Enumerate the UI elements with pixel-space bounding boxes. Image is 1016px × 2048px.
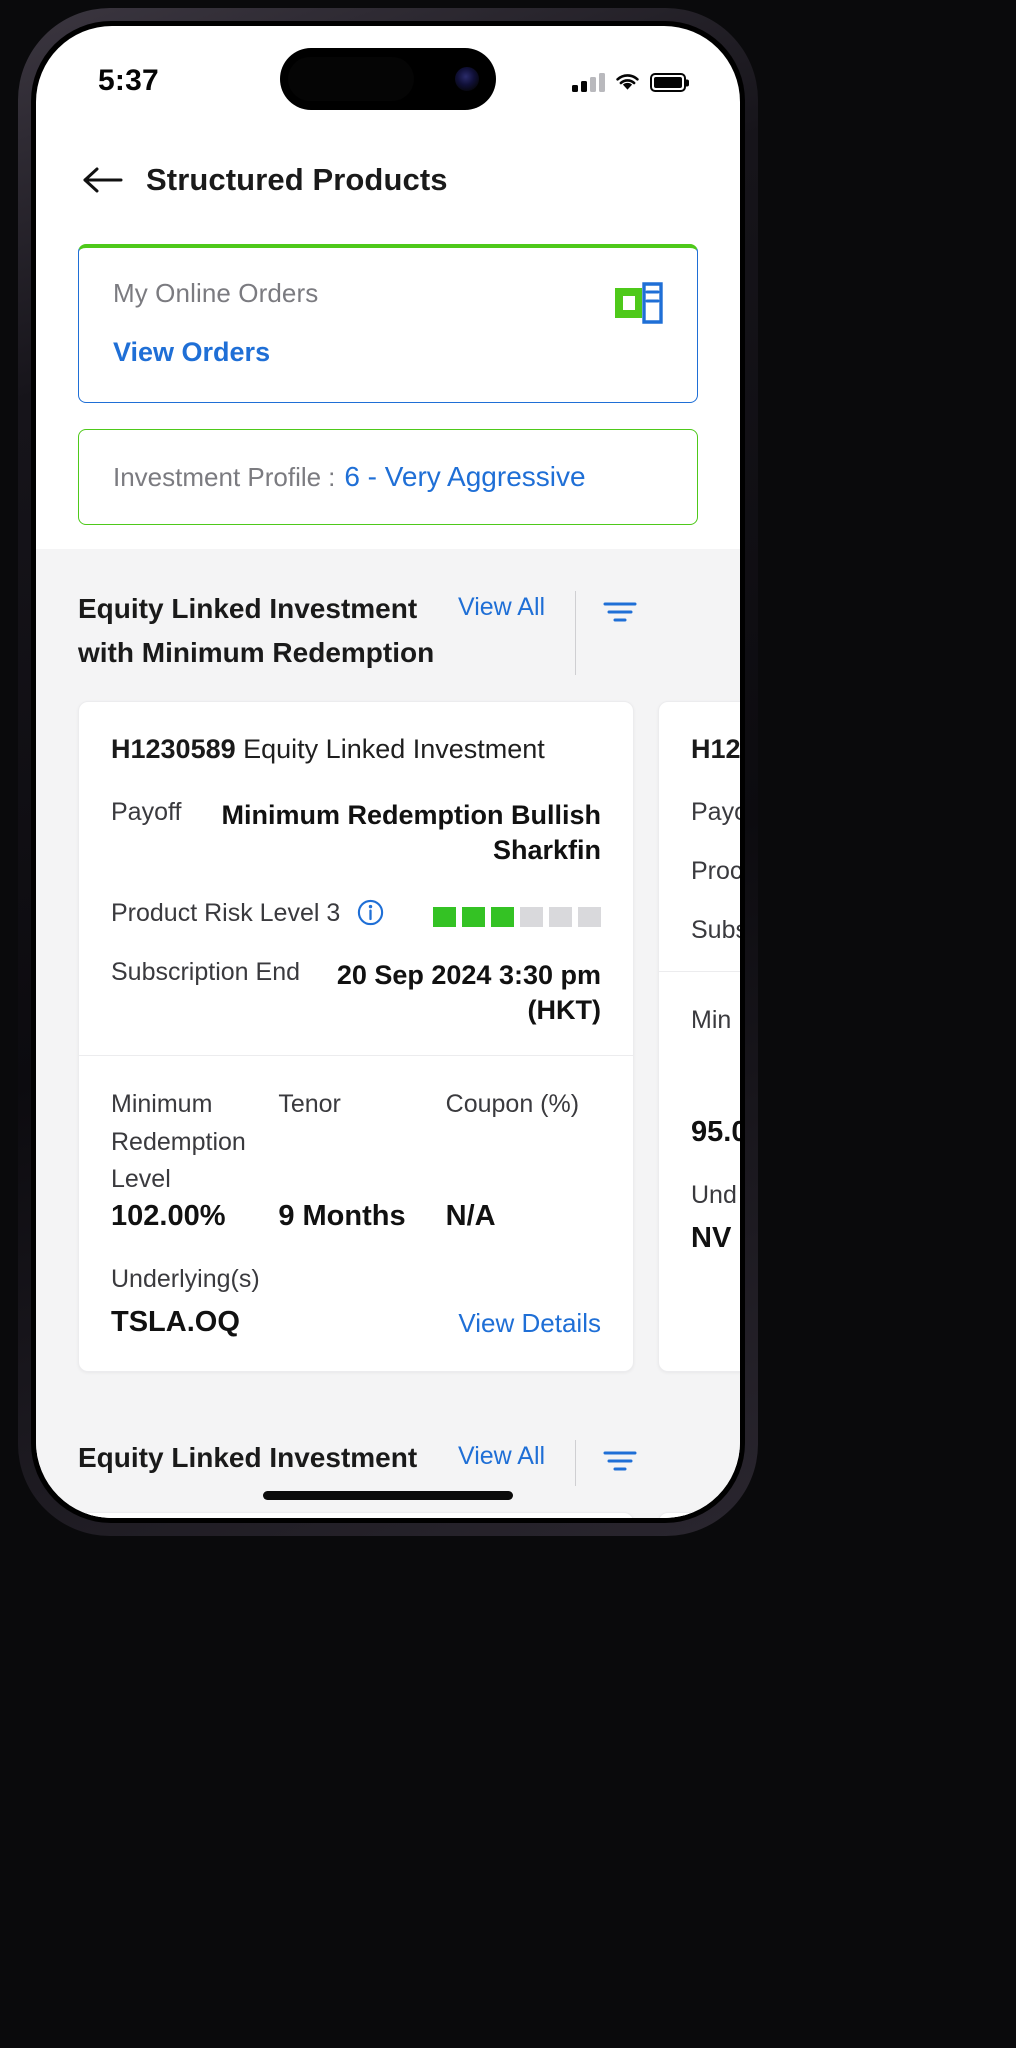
- investment-profile-value[interactable]: 6 - Very Aggressive: [344, 461, 585, 493]
- underlying-value: NV: [691, 1221, 732, 1254]
- investment-profile-label: Investment Profile: [113, 461, 322, 492]
- underlying-block: Und NV: [659, 1153, 740, 1287]
- risk-level-row: Product Risk Level 3: [111, 899, 601, 928]
- risk-level-row: Proc: [691, 857, 740, 886]
- stat-minimum-redemption-level: Min Red Leve 95.0: [691, 1002, 740, 1149]
- stat-value: 95.0: [691, 1115, 740, 1148]
- product-card-heading: H12: [691, 732, 740, 767]
- product-stats: Min Red Leve 95.0: [659, 972, 740, 1153]
- investment-profile-separator: :: [328, 461, 336, 492]
- subscription-end-label: Subs: [691, 915, 740, 944]
- status-indicators: [572, 66, 686, 92]
- section-title: Equity Linked Investment: [78, 1442, 418, 1474]
- filter-icon[interactable]: [602, 1448, 638, 1474]
- section-title: Equity Linked Investment with Minimum Re…: [78, 593, 435, 669]
- view-all-link[interactable]: View All: [458, 1436, 545, 1471]
- wifi-icon: [614, 72, 641, 92]
- status-time: 5:37: [98, 64, 159, 97]
- cellular-signal-icon: [572, 73, 605, 92]
- app-container: 5:37 Structured Products My Online Order…: [36, 26, 740, 1518]
- stat-label: Tenor: [278, 1090, 341, 1119]
- screenshot-stage: 5:37 Structured Products My Online Order…: [0, 0, 1016, 2048]
- top-navigation-bar: Structured Products: [36, 130, 740, 244]
- app-body: Structured Products My Online Orders Vie…: [36, 130, 740, 1518]
- view-all-link[interactable]: View All: [458, 587, 545, 622]
- my-online-orders-card[interactable]: My Online Orders View Orders: [78, 244, 698, 403]
- stat-value: 9 Months: [278, 1200, 406, 1233]
- battery-icon: [650, 73, 686, 92]
- stat-value: N/A: [445, 1200, 496, 1233]
- divider: [575, 591, 577, 676]
- online-orders-icon: [615, 282, 663, 324]
- risk-level-label: Product Risk Level 3: [111, 899, 384, 928]
- subscription-end-row: Subs: [691, 916, 740, 945]
- product-card[interactable]: A12: [658, 1512, 740, 1518]
- product-card-heading: H1230589 Equity Linked Investment: [111, 732, 601, 767]
- payoff-label: Payo: [691, 797, 740, 826]
- risk-level-label: Proc: [691, 856, 740, 885]
- dynamic-island: [280, 48, 496, 110]
- product-type: Equity Linked Investment: [243, 734, 545, 765]
- product-card[interactable]: H12 Payo Proc: [658, 701, 740, 1373]
- payoff-label: Payoff: [111, 797, 182, 826]
- product-code: H12: [691, 734, 740, 765]
- view-orders-link[interactable]: View Orders: [113, 337, 663, 368]
- product-stats: Minimum Redemption Level 102.00% Tenor 9…: [79, 1056, 633, 1237]
- underlying-label: Underlying(s): [111, 1265, 260, 1294]
- product-card[interactable]: A1230770 Equity Linked Investment: [78, 1512, 634, 1518]
- subscription-end-value: 20 Sep 2024 3:30 pm (HKT): [336, 959, 601, 1026]
- header-cards-zone: My Online Orders View Orders Investment …: [36, 244, 740, 549]
- section-header-minimum-redemption: Equity Linked Investment with Minimum Re…: [36, 587, 740, 676]
- stat-label: Coupon (%): [445, 1090, 580, 1119]
- underlying-value: TSLA.OQ: [111, 1306, 240, 1339]
- view-details-link[interactable]: View Details: [458, 1308, 601, 1339]
- stat-label: Min Red Leve: [691, 1005, 740, 1034]
- product-code: H1230589: [111, 734, 236, 765]
- page-title: Structured Products: [146, 162, 448, 197]
- stat-label: Minimum Redemption Level: [111, 1090, 246, 1194]
- payoff-row: Payo: [691, 798, 740, 827]
- stat-minimum-redemption-level: Minimum Redemption Level 102.00%: [111, 1086, 266, 1233]
- my-online-orders-label: My Online Orders: [113, 278, 319, 308]
- underlying-block: Underlying(s) TSLA.OQ View Details: [79, 1237, 633, 1371]
- info-icon[interactable]: [357, 899, 384, 926]
- product-card-rail[interactable]: H1230589 Equity Linked Investment Payoff…: [36, 701, 740, 1373]
- product-card-rail[interactable]: A1230770 Equity Linked Investment A12: [36, 1512, 740, 1518]
- phone-bezel: 5:37 Structured Products My Online Order…: [31, 21, 745, 1523]
- home-indicator[interactable]: [263, 1491, 513, 1500]
- subscription-end-label: Subscription End: [111, 957, 301, 986]
- payoff-value: Minimum Redemption Bullish Sharkfin: [221, 799, 601, 866]
- underlying-label: Und: [691, 1180, 737, 1209]
- risk-level-indicator: [433, 899, 601, 927]
- phone-frame: 5:37 Structured Products My Online Order…: [18, 8, 758, 1536]
- stat-coupon: Coupon (%) N/A: [446, 1086, 601, 1233]
- subscription-end-row: Subscription End 20 Sep 2024 3:30 pm (HK…: [111, 958, 601, 1029]
- section-header-equity-linked-investment: Equity Linked Investment View All: [36, 1436, 740, 1487]
- stat-value: 102.00%: [111, 1200, 226, 1233]
- back-arrow-icon[interactable]: [82, 166, 124, 194]
- investment-profile-card[interactable]: Investment Profile : 6 - Very Aggressive: [78, 429, 698, 525]
- phone-screen: 5:37 Structured Products My Online Order…: [36, 26, 740, 1518]
- filter-icon[interactable]: [602, 599, 638, 625]
- stat-tenor: Tenor 9 Months: [278, 1086, 433, 1233]
- product-card[interactable]: H1230589 Equity Linked Investment Payoff…: [78, 701, 634, 1373]
- dynamic-island-pill: [288, 57, 414, 101]
- product-sections-zone: Equity Linked Investment with Minimum Re…: [36, 549, 740, 1518]
- front-camera-icon: [455, 67, 479, 91]
- divider: [575, 1440, 577, 1487]
- risk-level-text: Product Risk Level 3: [111, 898, 341, 927]
- payoff-row: Payoff Minimum Redemption Bullish Sharkf…: [111, 798, 601, 869]
